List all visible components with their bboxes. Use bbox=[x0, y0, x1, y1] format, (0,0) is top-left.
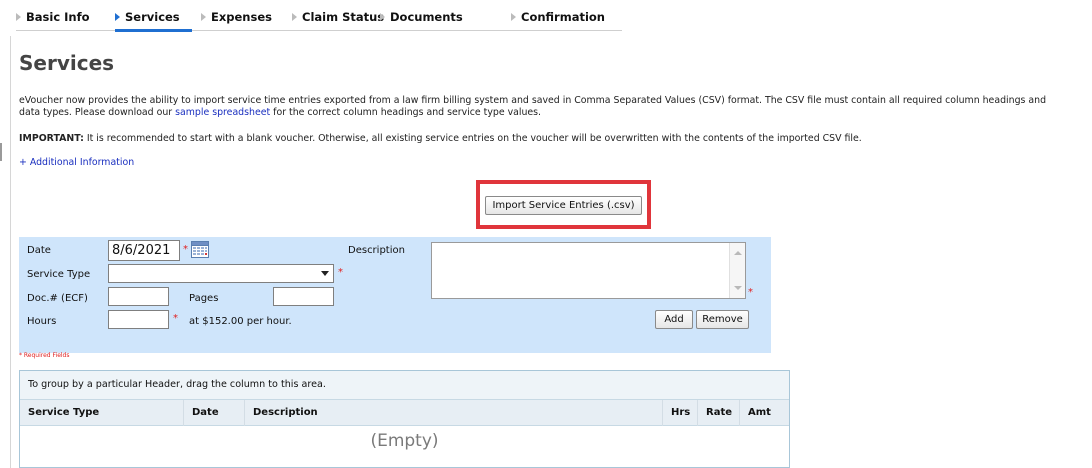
grid-header-row: Service Type Date Description Hrs Rate A… bbox=[20, 400, 789, 426]
intro-line-2: data types. Please download our sample s… bbox=[19, 107, 541, 119]
textarea-scrollbar[interactable] bbox=[729, 243, 745, 298]
service-entry-form: Date * Service Type * Doc.# (ECF) Pages … bbox=[19, 237, 771, 353]
doc-ecf-input[interactable] bbox=[108, 287, 169, 306]
service-type-label: Service Type bbox=[27, 269, 91, 280]
column-header-description[interactable]: Description bbox=[244, 400, 662, 426]
pages-label: Pages bbox=[189, 293, 219, 304]
tab-confirmation[interactable]: Confirmation bbox=[511, 10, 605, 24]
required-fields-note: * Required Fields bbox=[19, 352, 70, 359]
group-by-area[interactable]: To group by a particular Header, drag th… bbox=[20, 371, 789, 400]
service-type-value bbox=[109, 265, 112, 276]
panel-resize-handle[interactable] bbox=[0, 143, 2, 161]
tab-arrow-icon bbox=[292, 13, 297, 21]
tab-label: Confirmation bbox=[521, 10, 605, 24]
column-header-service-type[interactable]: Service Type bbox=[20, 400, 183, 426]
tab-label: Expenses bbox=[211, 10, 272, 24]
additional-information-link[interactable]: + Additional Information bbox=[19, 157, 134, 168]
page-title: Services bbox=[19, 51, 115, 75]
required-marker: * bbox=[183, 244, 188, 255]
required-marker: * bbox=[748, 287, 753, 298]
pages-input[interactable] bbox=[273, 287, 334, 306]
add-button[interactable]: Add bbox=[655, 310, 693, 329]
doc-ecf-label: Doc.# (ECF) bbox=[27, 293, 88, 304]
description-textarea[interactable] bbox=[431, 242, 746, 299]
additional-info-row: + Additional Information bbox=[19, 157, 134, 169]
column-header-rate[interactable]: Rate bbox=[697, 400, 739, 426]
tab-documents[interactable]: Documents bbox=[380, 10, 463, 24]
tab-arrow-icon bbox=[16, 13, 21, 21]
sample-spreadsheet-link[interactable]: sample spreadsheet bbox=[175, 107, 270, 118]
left-divider bbox=[10, 36, 11, 468]
tab-claim-status[interactable]: Claim Status bbox=[292, 10, 384, 24]
description-label: Description bbox=[348, 245, 405, 256]
date-input[interactable] bbox=[108, 240, 180, 261]
important-note: IMPORTANT: It is recommended to start wi… bbox=[19, 133, 862, 145]
group-by-hint: To group by a particular Header, drag th… bbox=[28, 379, 326, 390]
intro-line-1: eVoucher now provides the ability to imp… bbox=[19, 95, 1047, 106]
chevron-down-icon bbox=[321, 271, 329, 276]
tab-arrow-icon bbox=[201, 13, 206, 21]
remove-button[interactable]: Remove bbox=[696, 310, 749, 329]
tab-expenses[interactable]: Expenses bbox=[201, 10, 272, 24]
intro-text: for the correct column headings and serv… bbox=[270, 107, 542, 118]
services-grid: To group by a particular Header, drag th… bbox=[19, 370, 790, 468]
calendar-icon[interactable] bbox=[191, 241, 209, 258]
tab-label: Documents bbox=[390, 10, 463, 24]
grid-empty-message: (Empty) bbox=[370, 431, 439, 451]
tab-active-indicator bbox=[115, 29, 192, 32]
intro-text: data types. Please download our bbox=[19, 107, 176, 118]
tab-label: Claim Status bbox=[302, 10, 385, 24]
tab-arrow-icon bbox=[511, 13, 516, 21]
tab-arrow-icon bbox=[380, 13, 385, 21]
date-label: Date bbox=[27, 245, 51, 256]
tab-services[interactable]: Services bbox=[115, 10, 180, 24]
tab-basic-info[interactable]: Basic Info bbox=[16, 10, 90, 24]
tab-label: Basic Info bbox=[26, 10, 90, 24]
scroll-up-icon[interactable] bbox=[734, 251, 742, 255]
hours-label: Hours bbox=[27, 316, 57, 327]
tab-label: Services bbox=[125, 10, 180, 24]
rate-text: at $152.00 per hour. bbox=[189, 316, 292, 327]
important-label: IMPORTANT: bbox=[19, 133, 84, 144]
column-header-amt[interactable]: Amt bbox=[739, 400, 789, 426]
important-text: It is recommended to start with a blank … bbox=[83, 133, 862, 144]
required-marker: * bbox=[173, 313, 178, 324]
scroll-down-icon[interactable] bbox=[734, 286, 742, 290]
column-header-hrs[interactable]: Hrs bbox=[662, 400, 697, 426]
tab-underline bbox=[16, 30, 622, 31]
hours-input[interactable] bbox=[108, 310, 169, 329]
tab-arrow-icon bbox=[115, 13, 120, 21]
required-marker: * bbox=[338, 267, 343, 278]
import-service-entries-button[interactable]: Import Service Entries (.csv) bbox=[485, 196, 642, 215]
service-type-select[interactable] bbox=[108, 264, 334, 283]
column-header-date[interactable]: Date bbox=[183, 400, 244, 426]
